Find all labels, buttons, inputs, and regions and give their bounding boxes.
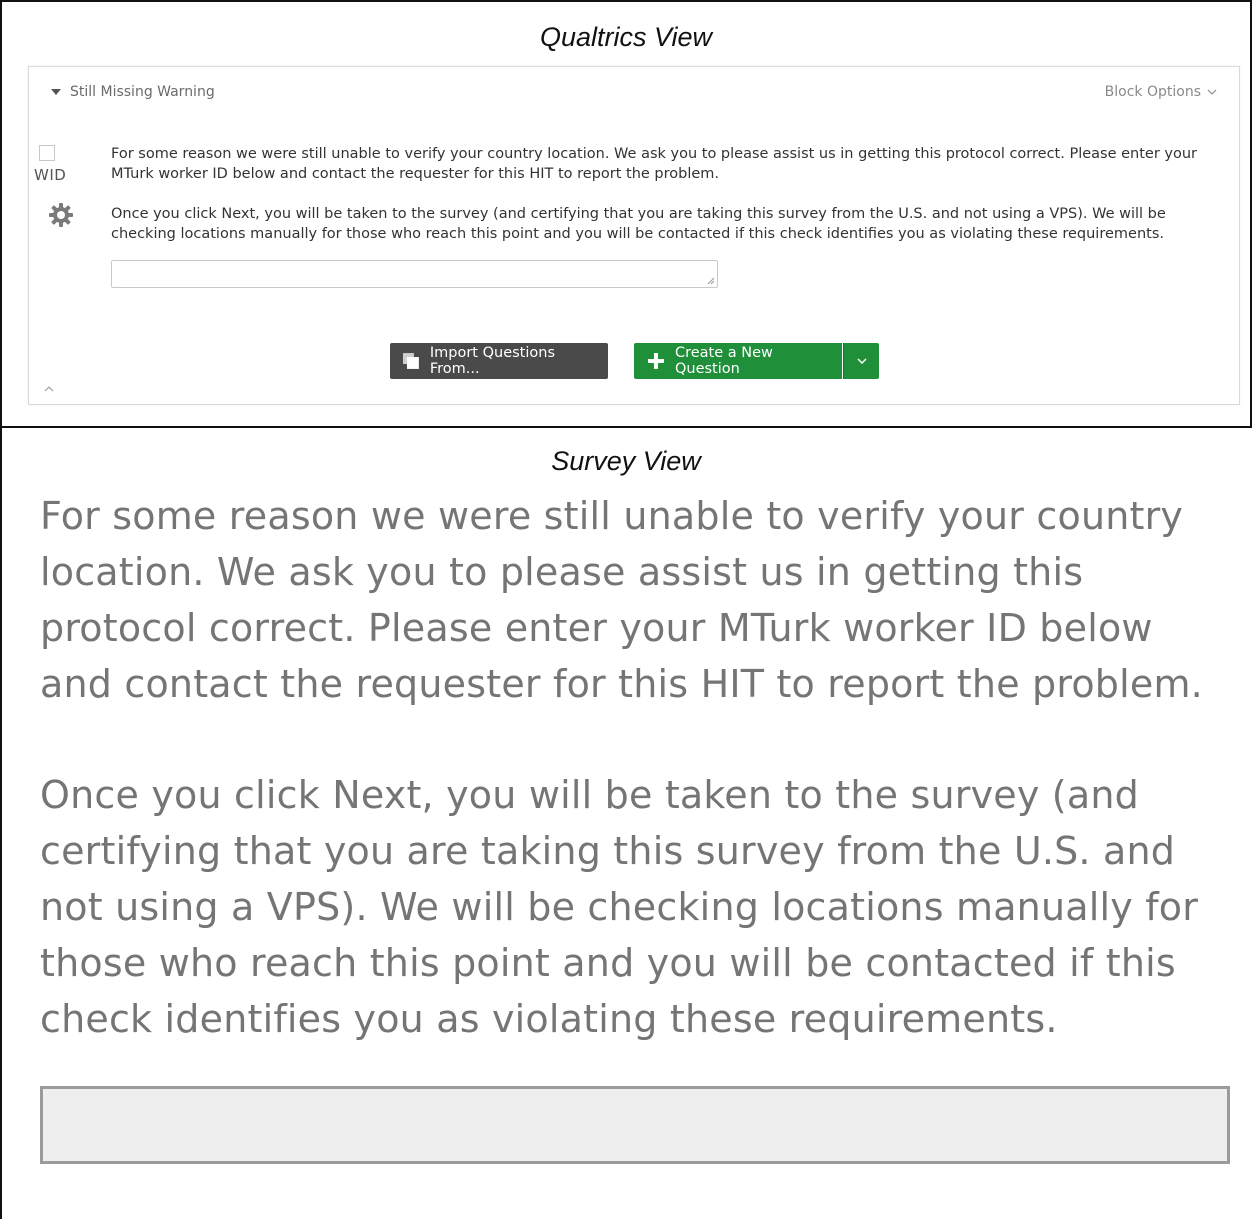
create-question-dropdown[interactable] bbox=[843, 343, 879, 379]
qualtrics-view-caption: Qualtrics View bbox=[539, 22, 713, 52]
chevron-down-icon bbox=[1207, 89, 1217, 95]
block-options-label: Block Options bbox=[1104, 84, 1201, 100]
block-name[interactable]: Still Missing Warning bbox=[70, 84, 215, 100]
block-options-button[interactable]: Block Options bbox=[1105, 84, 1217, 100]
survey-question-text: For some reason we were still unable to … bbox=[40, 488, 1230, 1102]
chevron-down-icon bbox=[856, 358, 867, 364]
gear-icon[interactable] bbox=[47, 201, 75, 234]
create-question-button[interactable]: Create a New Question bbox=[634, 343, 842, 379]
survey-paragraph-2: Once you click Next, you will be taken t… bbox=[40, 773, 1199, 1041]
question-id: WID bbox=[34, 166, 67, 184]
question-select-checkbox[interactable] bbox=[39, 145, 55, 161]
survey-view-caption: Survey View bbox=[551, 446, 701, 476]
plus-icon bbox=[647, 353, 664, 369]
resize-grip-icon[interactable] bbox=[707, 277, 715, 285]
block-header: Still Missing Warning Block Options bbox=[29, 67, 1239, 117]
survey-paragraph-1: For some reason we were still unable to … bbox=[40, 494, 1203, 706]
question-paragraph-1: For some reason we were still unable to … bbox=[111, 146, 1197, 182]
chevron-up-icon[interactable] bbox=[44, 379, 54, 397]
create-button-label: Create a New Question bbox=[674, 345, 773, 377]
import-button-label: Import Questions From... bbox=[429, 345, 555, 377]
question-block: Still Missing Warning Block Options WID … bbox=[28, 66, 1240, 405]
question-text[interactable]: For some reason we were still unable to … bbox=[111, 144, 1216, 264]
section-divider bbox=[0, 426, 1252, 428]
question-paragraph-2: Once you click Next, you will be taken t… bbox=[111, 206, 1166, 242]
caret-down-icon[interactable] bbox=[51, 89, 61, 95]
import-questions-button[interactable]: Import Questions From... bbox=[390, 343, 608, 379]
worker-id-input-preview[interactable] bbox=[111, 260, 718, 288]
copy-icon bbox=[402, 353, 419, 369]
survey-worker-id-input[interactable] bbox=[40, 1086, 1230, 1164]
